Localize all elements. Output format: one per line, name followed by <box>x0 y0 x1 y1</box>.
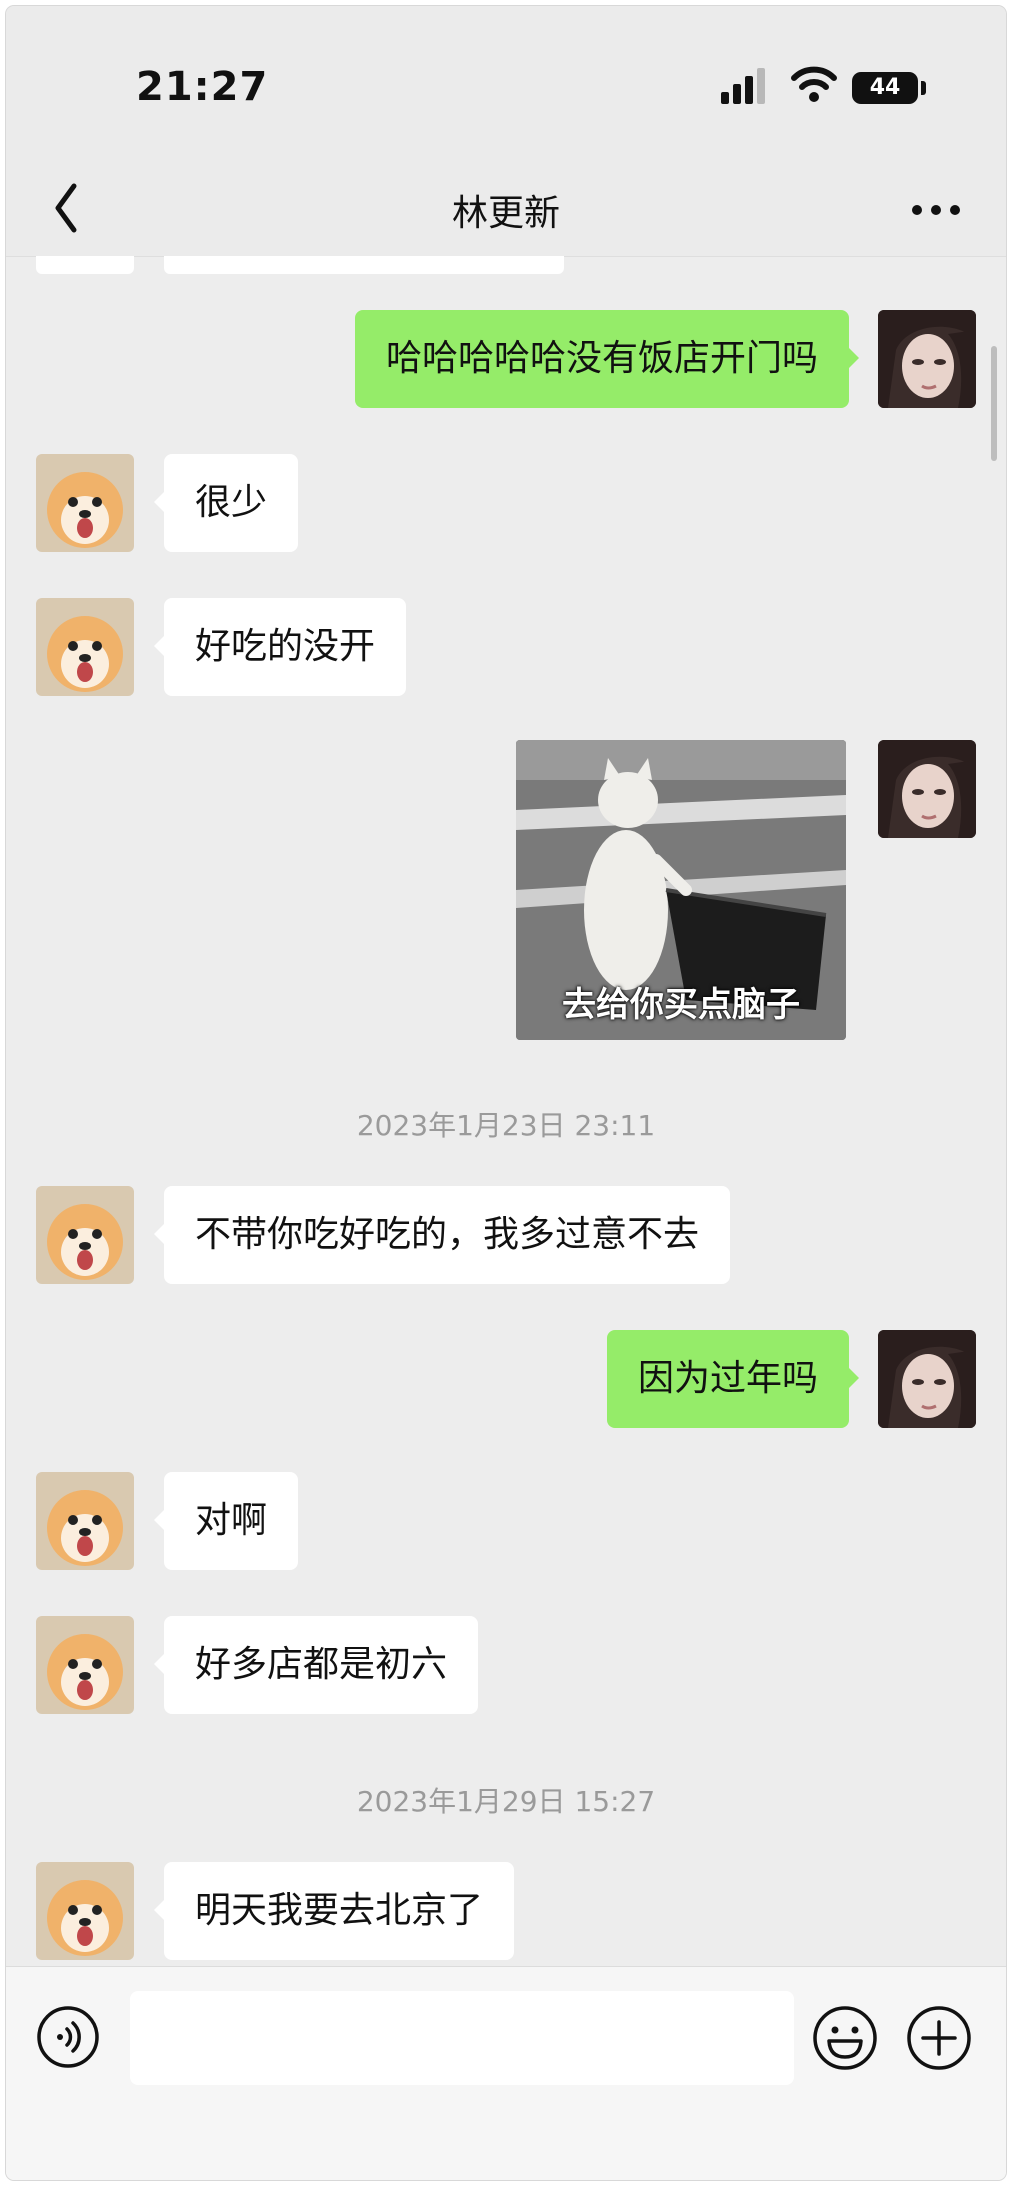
plus-icon[interactable] <box>906 2005 972 2071</box>
battery-tip <box>921 81 926 95</box>
contact-avatar-image <box>36 454 134 552</box>
status-bar: 21:27 44 <box>6 6 1006 116</box>
input-bar <box>6 1966 1006 2180</box>
contact-avatar[interactable] <box>36 1186 134 1284</box>
status-time: 21:27 <box>136 64 269 110</box>
message-bubble-received[interactable]: 明天我要去北京了 <box>153 1862 515 1960</box>
emoji-icon[interactable] <box>812 2005 878 2071</box>
voice-icon[interactable] <box>36 2005 100 2069</box>
message-bubble-sent[interactable]: 哈哈哈哈哈没有饭店开门吗 <box>354 310 860 408</box>
self-avatar-image <box>878 1330 976 1428</box>
contact-avatar-image <box>36 1862 134 1960</box>
contact-avatar-image <box>36 1616 134 1714</box>
chat-header: 林更新 <box>6 116 1006 257</box>
contact-avatar[interactable] <box>36 1862 134 1960</box>
prev-avatar-edge <box>36 256 134 274</box>
message-bubble-received[interactable]: 好多店都是初六 <box>153 1616 479 1714</box>
wifi-icon <box>791 66 837 102</box>
timestamp: 2023年1月23日 23:11 <box>356 1109 656 1142</box>
self-avatar[interactable] <box>878 310 976 408</box>
contact-avatar-image <box>36 1472 134 1570</box>
message-input[interactable] <box>130 1991 794 2085</box>
contact-avatar[interactable] <box>36 1616 134 1714</box>
message-bubble-received[interactable]: 很少 <box>153 454 299 552</box>
self-avatar-image <box>878 310 976 408</box>
contact-avatar[interactable] <box>36 598 134 696</box>
scrollbar[interactable] <box>991 346 997 461</box>
sticker-image[interactable]: 去给你买点脑子 <box>516 740 846 1040</box>
contact-avatar-image <box>36 598 134 696</box>
cellular-signal-icon <box>721 68 765 104</box>
contact-avatar[interactable] <box>36 1472 134 1570</box>
battery-indicator: 44 <box>852 72 918 104</box>
chat-title: 林更新 <box>451 193 560 234</box>
self-avatar[interactable] <box>878 1330 976 1428</box>
phone-screen: 21:27 44 林更新 哈哈哈哈哈没有饭店开门吗 很少 好吃的没开 去给你买点… <box>6 6 1006 2180</box>
message-bubble-received[interactable]: 对啊 <box>153 1472 299 1570</box>
message-bubble-received[interactable]: 不带你吃好吃的，我多过意不去 <box>153 1186 731 1284</box>
prev-bubble-edge <box>164 256 564 274</box>
message-bubble-sent[interactable]: 因为过年吗 <box>606 1330 860 1428</box>
self-avatar-image <box>878 740 976 838</box>
more-dots-icon[interactable] <box>911 198 961 222</box>
contact-avatar-image <box>36 1186 134 1284</box>
sticker-caption: 去给你买点脑子 <box>562 985 800 1025</box>
timestamp: 2023年1月29日 15:27 <box>356 1785 656 1818</box>
contact-avatar[interactable] <box>36 454 134 552</box>
self-avatar[interactable] <box>878 740 976 838</box>
message-bubble-received[interactable]: 好吃的没开 <box>153 598 407 696</box>
